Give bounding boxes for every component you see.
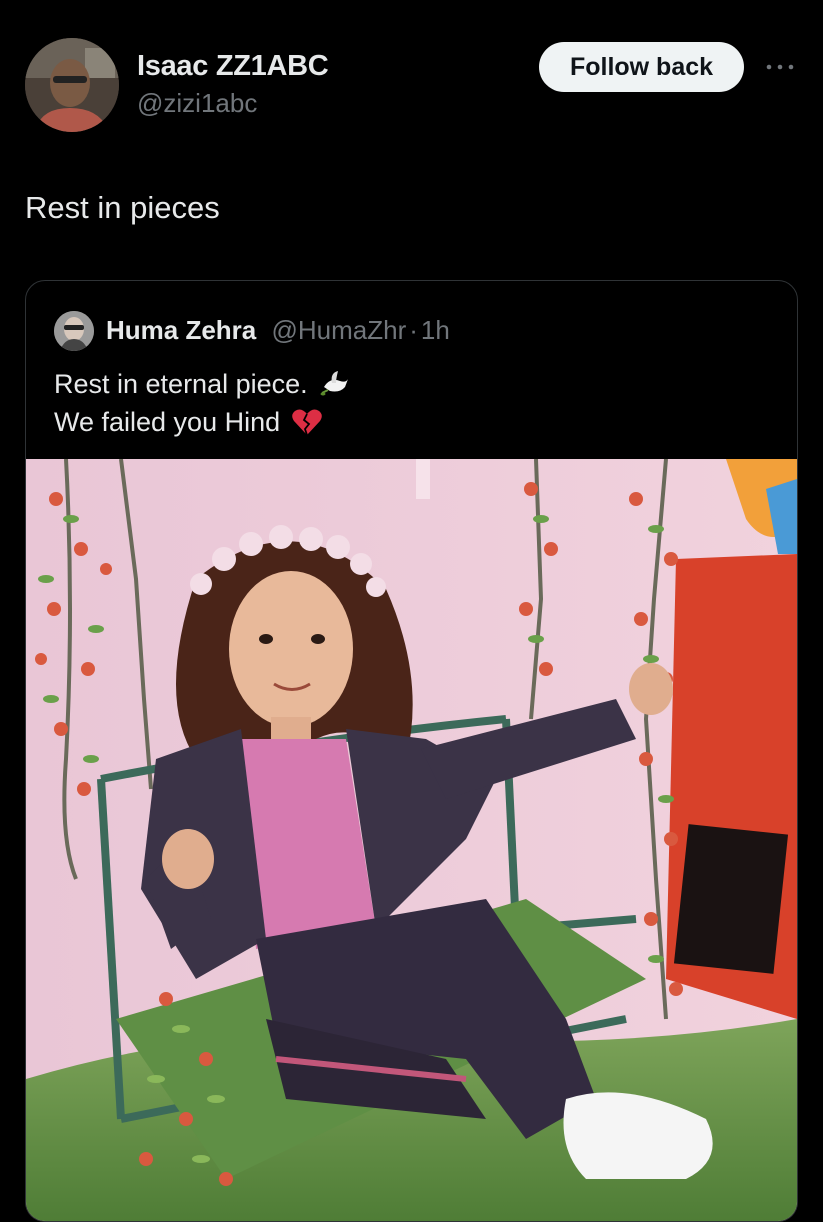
dove-icon xyxy=(318,367,352,401)
quoted-handle[interactable]: @HumaZhr xyxy=(272,315,407,345)
quoted-header: Huma Zehra @HumaZhr · 1h xyxy=(106,315,450,346)
quoted-media-photo[interactable] xyxy=(26,459,797,1221)
quoted-text-line-1-label: Rest in eternal piece. xyxy=(54,368,308,399)
quoted-author-avatar[interactable] xyxy=(54,311,94,351)
quoted-text-line-2-label: We failed you Hind xyxy=(54,406,281,437)
quoted-text-line-1: Rest in eternal piece. xyxy=(54,367,352,401)
author-handle[interactable]: @zizi1abc xyxy=(137,88,257,119)
quoted-timestamp[interactable]: 1h xyxy=(421,315,450,345)
quoted-display-name[interactable]: Huma Zehra xyxy=(106,315,256,345)
quoted-separator: · xyxy=(409,315,418,345)
broken-heart-icon xyxy=(290,405,324,439)
follow-back-button[interactable]: Follow back xyxy=(539,42,744,92)
quoted-text-line-2: We failed you Hind xyxy=(54,405,324,439)
author-display-name[interactable]: Isaac ZZ1ABC xyxy=(137,50,329,83)
tweet-text: Rest in pieces xyxy=(25,190,220,225)
quoted-tweet-card[interactable]: Huma Zehra @HumaZhr · 1h Rest in eternal p… xyxy=(25,280,798,1222)
author-avatar[interactable] xyxy=(25,38,119,132)
more-horizontal-icon[interactable] xyxy=(763,60,797,74)
